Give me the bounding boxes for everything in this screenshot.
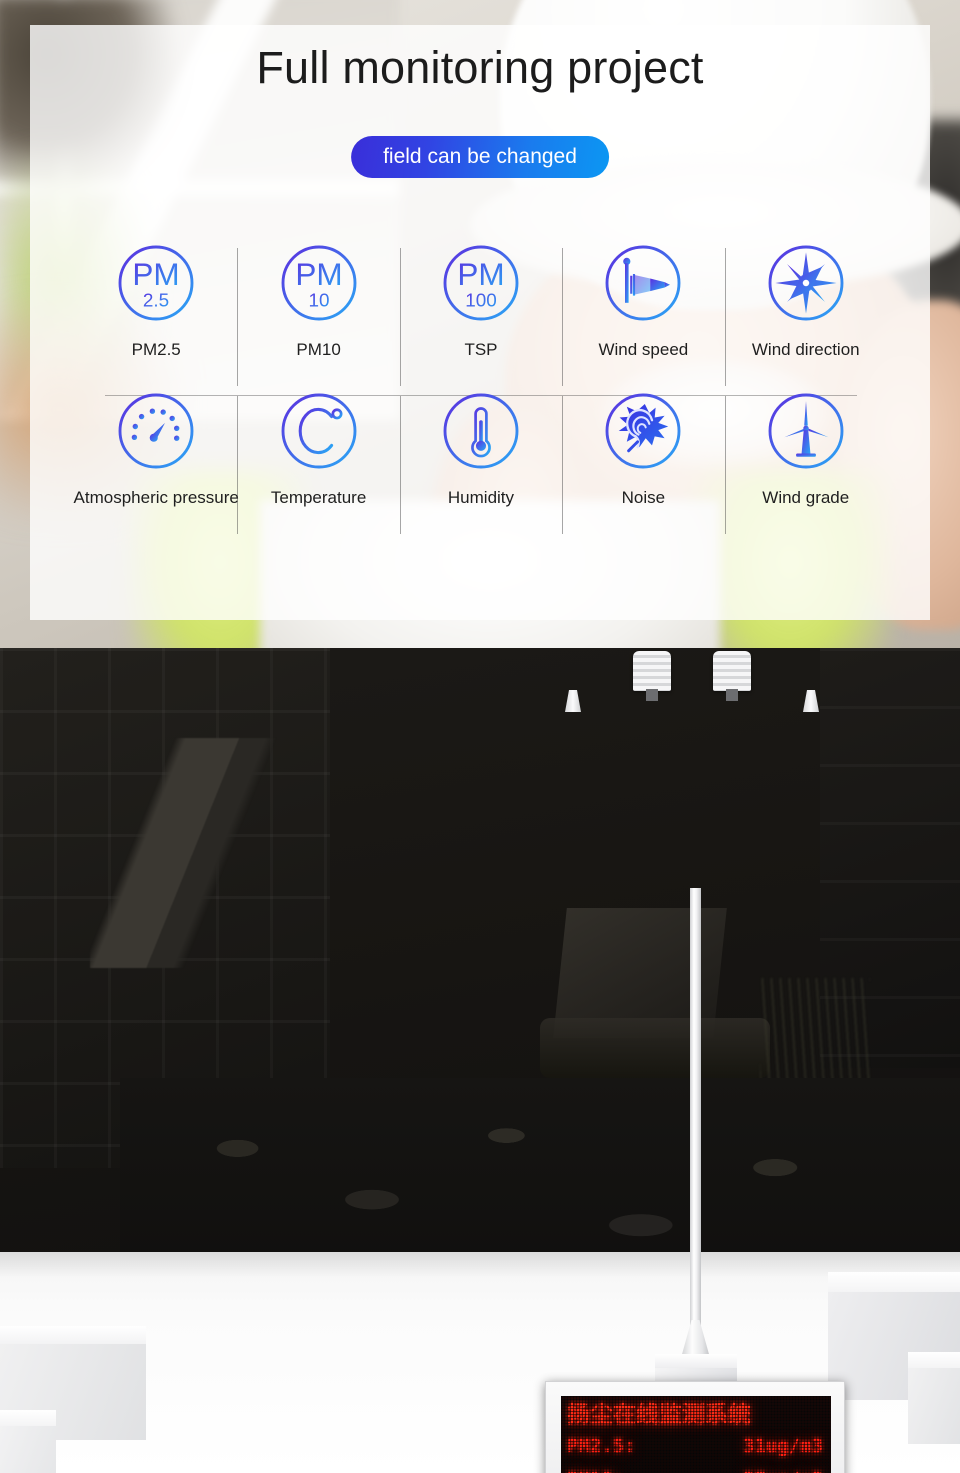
led-row-pm10: PM10: 37ug/m3 <box>567 1463 825 1473</box>
feature-label-wind-grade: Wind grade <box>762 488 850 507</box>
feature-row-2: Atmospheric pressure Temperature Humidit… <box>73 386 887 534</box>
badge-label: field can be changed <box>383 145 577 168</box>
led-row-pm25-label: PM2.5: <box>567 1435 636 1457</box>
monitoring-station: 扬尘在线监测系统 PM2.5: 31ug/m3 PM10: 37ug/m3 温度… <box>0 648 960 1473</box>
feature-humidity[interactable]: Humidity <box>400 386 562 508</box>
full-monitoring-section: Full monitoring project field can be cha… <box>0 0 960 648</box>
feature-icon-grid: PM 2.5 PM2.5 PM 10 PM10 PM 100 TSP Wind … <box>73 238 887 534</box>
led-display-screen: 扬尘在线监测系统 PM2.5: 31ug/m3 PM10: 37ug/m3 温度… <box>561 1396 831 1473</box>
radiation-shield-sensor-1 <box>633 651 671 701</box>
feature-label-atmospheric-pressure: Atmospheric pressure <box>73 488 239 507</box>
feature-tsp[interactable]: PM 100 TSP <box>400 238 562 360</box>
feature-pm25[interactable]: PM 2.5 PM2.5 <box>75 238 237 360</box>
feature-temperature[interactable]: Temperature <box>237 386 399 508</box>
windsock-wind-speed-icon <box>605 245 681 321</box>
feature-pm10[interactable]: PM 10 PM10 <box>237 238 399 360</box>
station-pole <box>690 888 701 1353</box>
celsius-temperature-icon <box>281 393 357 469</box>
led-row-pm10-value: 37ug/m3 <box>743 1463 823 1473</box>
pm10-badge-sub: 10 <box>308 290 329 311</box>
led-display-frame: 扬尘在线监测系统 PM2.5: 31ug/m3 PM10: 37ug/m3 温度… <box>545 1381 845 1473</box>
feature-wind-speed[interactable]: Wind speed <box>562 238 724 360</box>
feature-row-1: PM 2.5 PM2.5 PM 10 PM10 PM 100 TSP Wind … <box>75 238 887 396</box>
pm10-badge-main: PM <box>295 256 342 292</box>
feature-noise[interactable]: Noise <box>562 386 724 508</box>
pole-base-cube-top <box>655 1354 737 1368</box>
feature-atmospheric-pressure[interactable]: Atmospheric pressure <box>73 386 239 508</box>
wind-vane-sensor <box>565 664 581 712</box>
feature-label-noise: Noise <box>621 488 666 507</box>
pm25-badge-sub: 2.5 <box>143 290 169 311</box>
led-row-pm25: PM2.5: 31ug/m3 <box>567 1430 825 1463</box>
gauge-atmospheric-pressure-icon <box>118 393 194 469</box>
realtime-monitoring-section: 扬尘在线监测系统 PM2.5: 31ug/m3 PM10: 37ug/m3 温度… <box>0 648 960 1473</box>
feature-label-tsp: TSP <box>464 340 498 359</box>
feature-label-pm10: PM10 <box>296 340 341 359</box>
field-can-be-changed-badge: field can be changed <box>351 136 609 178</box>
pm100-tsp-icon: PM 100 <box>443 245 519 321</box>
led-title: 扬尘在线监测系统 <box>567 1402 751 1428</box>
ear-noise-icon <box>605 393 681 469</box>
pm25-badge-main: PM <box>133 256 180 292</box>
pm10-icon: PM 10 <box>281 245 357 321</box>
tsp-badge-sub: 100 <box>465 290 497 311</box>
tsp-badge-main: PM <box>457 256 504 292</box>
feature-wind-direction[interactable]: Wind direction <box>725 238 887 360</box>
page-title: Full monitoring project <box>256 42 704 93</box>
wind-turbine-grade-icon <box>768 393 844 469</box>
feature-label-temperature: Temperature <box>270 488 367 507</box>
feature-label-wind-speed: Wind speed <box>598 340 689 359</box>
thermometer-humidity-icon <box>443 393 519 469</box>
compass-wind-direction-icon <box>768 245 844 321</box>
feature-wind-grade[interactable]: Wind grade <box>725 386 887 508</box>
led-row-pm10-label: PM10: <box>567 1463 624 1473</box>
led-row-pm25-value: 31ug/m3 <box>742 1435 823 1457</box>
feature-label-humidity: Humidity <box>447 488 515 507</box>
radiation-shield-sensor-2 <box>713 651 751 701</box>
feature-label-wind-direction: Wind direction <box>751 340 860 359</box>
pm25-icon: PM 2.5 <box>118 245 194 321</box>
feature-label-pm25: PM2.5 <box>131 340 181 359</box>
anemometer-sensor <box>795 668 819 712</box>
